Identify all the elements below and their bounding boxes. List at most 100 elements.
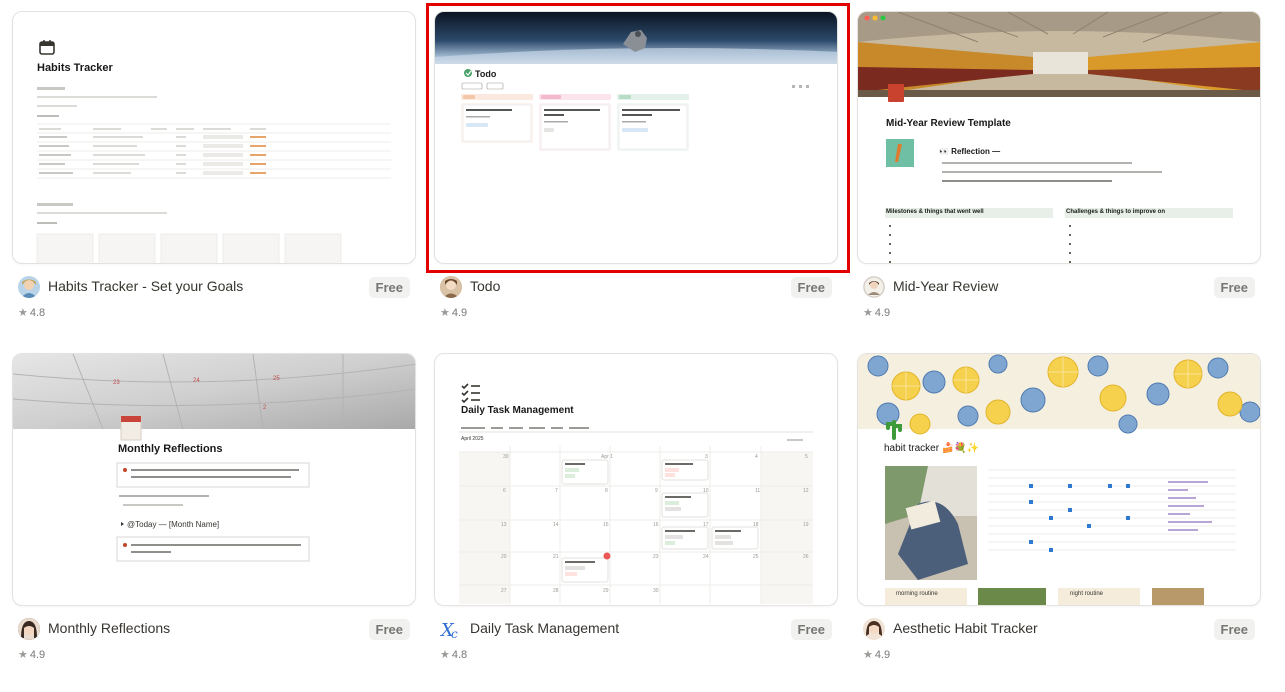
star-icon: ★ [863, 649, 873, 661]
rating-value: 4.9 [451, 307, 468, 319]
preview-heading: Habits Tracker [37, 62, 113, 74]
svg-text:13: 13 [501, 522, 507, 528]
svg-text:25: 25 [273, 376, 280, 382]
preview-reflection: 👀 Reflection — [939, 147, 1001, 156]
rating: ★ 4.9 [863, 648, 890, 661]
svg-text:3: 3 [705, 454, 708, 460]
rating: ★ 4.9 [18, 648, 45, 661]
svg-text:30: 30 [653, 588, 659, 594]
svg-text:30: 30 [503, 454, 509, 460]
template-title[interactable]: Mid-Year Review [893, 278, 998, 294]
price-badge: Free [790, 277, 832, 298]
rating-value: 4.8 [29, 307, 46, 319]
svg-text:12: 12 [803, 488, 809, 494]
svg-text:21: 21 [553, 554, 559, 560]
template-title[interactable]: Todo [470, 278, 500, 294]
template-card-aesthetic-habit-tracker[interactable]: habit tracker 🍰💐✨ morning routine night … [857, 353, 1261, 674]
template-card-daily-task-management[interactable]: 30 Apr 1 3 4 5 6 7 8 9 10 11 12 13 14 15 16 17 18 19 20 2… [434, 353, 838, 674]
svg-text:Apr 1: Apr 1 [601, 454, 613, 460]
creator-avatar [18, 276, 40, 298]
template-title[interactable]: Monthly Reflections [48, 620, 170, 636]
monthly-reflections-preview-image: 23 24 252 [13, 354, 415, 562]
rating: ★ 4.8 [440, 648, 467, 661]
rating: ★ 4.9 [863, 306, 890, 319]
template-meta: Mid-Year Review Free ★ 4.9 [857, 274, 1261, 332]
svg-text:6: 6 [503, 488, 506, 494]
template-preview[interactable]: 23 24 25 2 Monthly Reflections @Today — [Mo… [12, 353, 416, 606]
template-meta: Xc Daily Task Management Free ★ 4.8 [434, 616, 838, 674]
creator-avatar [440, 276, 462, 298]
template-title[interactable]: Daily Task Management [470, 620, 619, 636]
mid-year-review-preview-image [858, 12, 1260, 263]
template-title[interactable]: Habits Tracker - Set your Goals [48, 278, 243, 294]
template-preview[interactable]: 30 Apr 1 3 4 5 6 7 8 9 10 11 12 13 14 15 16 17 18 19 20 2… [434, 353, 838, 606]
template-card-mid-year-review[interactable]: Mid-Year Review Template 👀 Reflection — … [857, 11, 1261, 332]
svg-text:23: 23 [113, 380, 120, 386]
preview-morning: morning routine [896, 591, 938, 597]
template-preview[interactable]: habit tracker 🍰💐✨ morning routine night … [857, 353, 1261, 606]
svg-text:4: 4 [755, 454, 758, 460]
svg-text:10: 10 [703, 488, 709, 494]
rating-value: 4.9 [29, 649, 46, 661]
price-badge: Free [368, 619, 410, 640]
template-title[interactable]: Aesthetic Habit Tracker [893, 620, 1038, 636]
svg-text:29: 29 [603, 588, 609, 594]
preview-toggle: @Today — [Month Name] [127, 520, 220, 529]
svg-text:5: 5 [805, 454, 808, 460]
svg-text:7: 7 [555, 488, 558, 494]
template-preview[interactable]: Habits Tracker [12, 11, 416, 264]
rating: ★ 4.8 [18, 306, 45, 319]
svg-text:c: c [451, 627, 458, 640]
preview-heading: habit tracker 🍰💐✨ [884, 443, 980, 454]
template-card-todo[interactable]: Todo Todo Free ★ 4.9 [434, 11, 838, 332]
svg-text:19: 19 [803, 522, 809, 528]
price-badge: Free [1213, 277, 1255, 298]
star-icon: ★ [440, 307, 450, 319]
template-preview[interactable]: Todo [434, 11, 838, 264]
rating-value: 4.9 [874, 307, 891, 319]
svg-text:17: 17 [703, 522, 709, 528]
svg-text:15: 15 [603, 522, 609, 528]
rating-value: 4.9 [874, 649, 891, 661]
svg-text:14: 14 [553, 522, 559, 528]
daily-task-preview-image: 30 Apr 1 3 4 5 6 7 8 9 10 11 12 13 14 15 16 17 18 19 20 2… [459, 383, 813, 604]
svg-text:26: 26 [803, 554, 809, 560]
star-icon: ★ [440, 649, 450, 661]
svg-text:24: 24 [703, 554, 709, 560]
preview-heading: Monthly Reflections [118, 443, 223, 455]
template-preview[interactable]: Mid-Year Review Template 👀 Reflection — … [857, 11, 1261, 264]
star-icon: ★ [863, 307, 873, 319]
svg-text:16: 16 [653, 522, 659, 528]
svg-text:24: 24 [193, 378, 200, 384]
preview-heading: Daily Task Management [461, 405, 574, 416]
svg-text:18: 18 [753, 522, 759, 528]
star-icon: ★ [18, 649, 28, 661]
creator-avatar [863, 618, 885, 640]
template-meta: Aesthetic Habit Tracker Free ★ 4.9 [857, 616, 1261, 674]
svg-text:27: 27 [501, 588, 507, 594]
price-badge: Free [368, 277, 410, 298]
svg-text:25: 25 [753, 554, 759, 560]
creator-avatar [18, 618, 40, 640]
preview-heading: Todo [475, 69, 497, 79]
price-badge: Free [1213, 619, 1255, 640]
svg-text:23: 23 [653, 554, 659, 560]
template-meta: Todo Free ★ 4.9 [434, 274, 838, 332]
svg-text:28: 28 [553, 588, 559, 594]
svg-text:8: 8 [605, 488, 608, 494]
template-card-habits-tracker[interactable]: Habits Tracker Habits Tracker - Set your… [12, 11, 416, 332]
preview-night: night routine [1070, 591, 1104, 597]
template-gallery: Habits Tracker Habits Tracker - Set your… [0, 0, 1285, 692]
rating: ★ 4.9 [440, 306, 467, 319]
preview-heading: Mid-Year Review Template [886, 118, 1011, 129]
creator-avatar [863, 276, 885, 298]
habits-tracker-preview-image [36, 40, 391, 263]
template-meta: Habits Tracker - Set your Goals Free ★ 4.… [12, 274, 416, 332]
aesthetic-habit-tracker-preview-image [858, 354, 1260, 605]
star-icon: ★ [18, 307, 28, 319]
svg-text:9: 9 [655, 488, 658, 494]
todo-preview-image [435, 12, 837, 151]
template-meta: Monthly Reflections Free ★ 4.9 [12, 616, 416, 674]
svg-text:20: 20 [501, 554, 507, 560]
template-card-monthly-reflections[interactable]: 23 24 25 2 Monthly Reflections @Today — [Mo… [12, 353, 416, 674]
